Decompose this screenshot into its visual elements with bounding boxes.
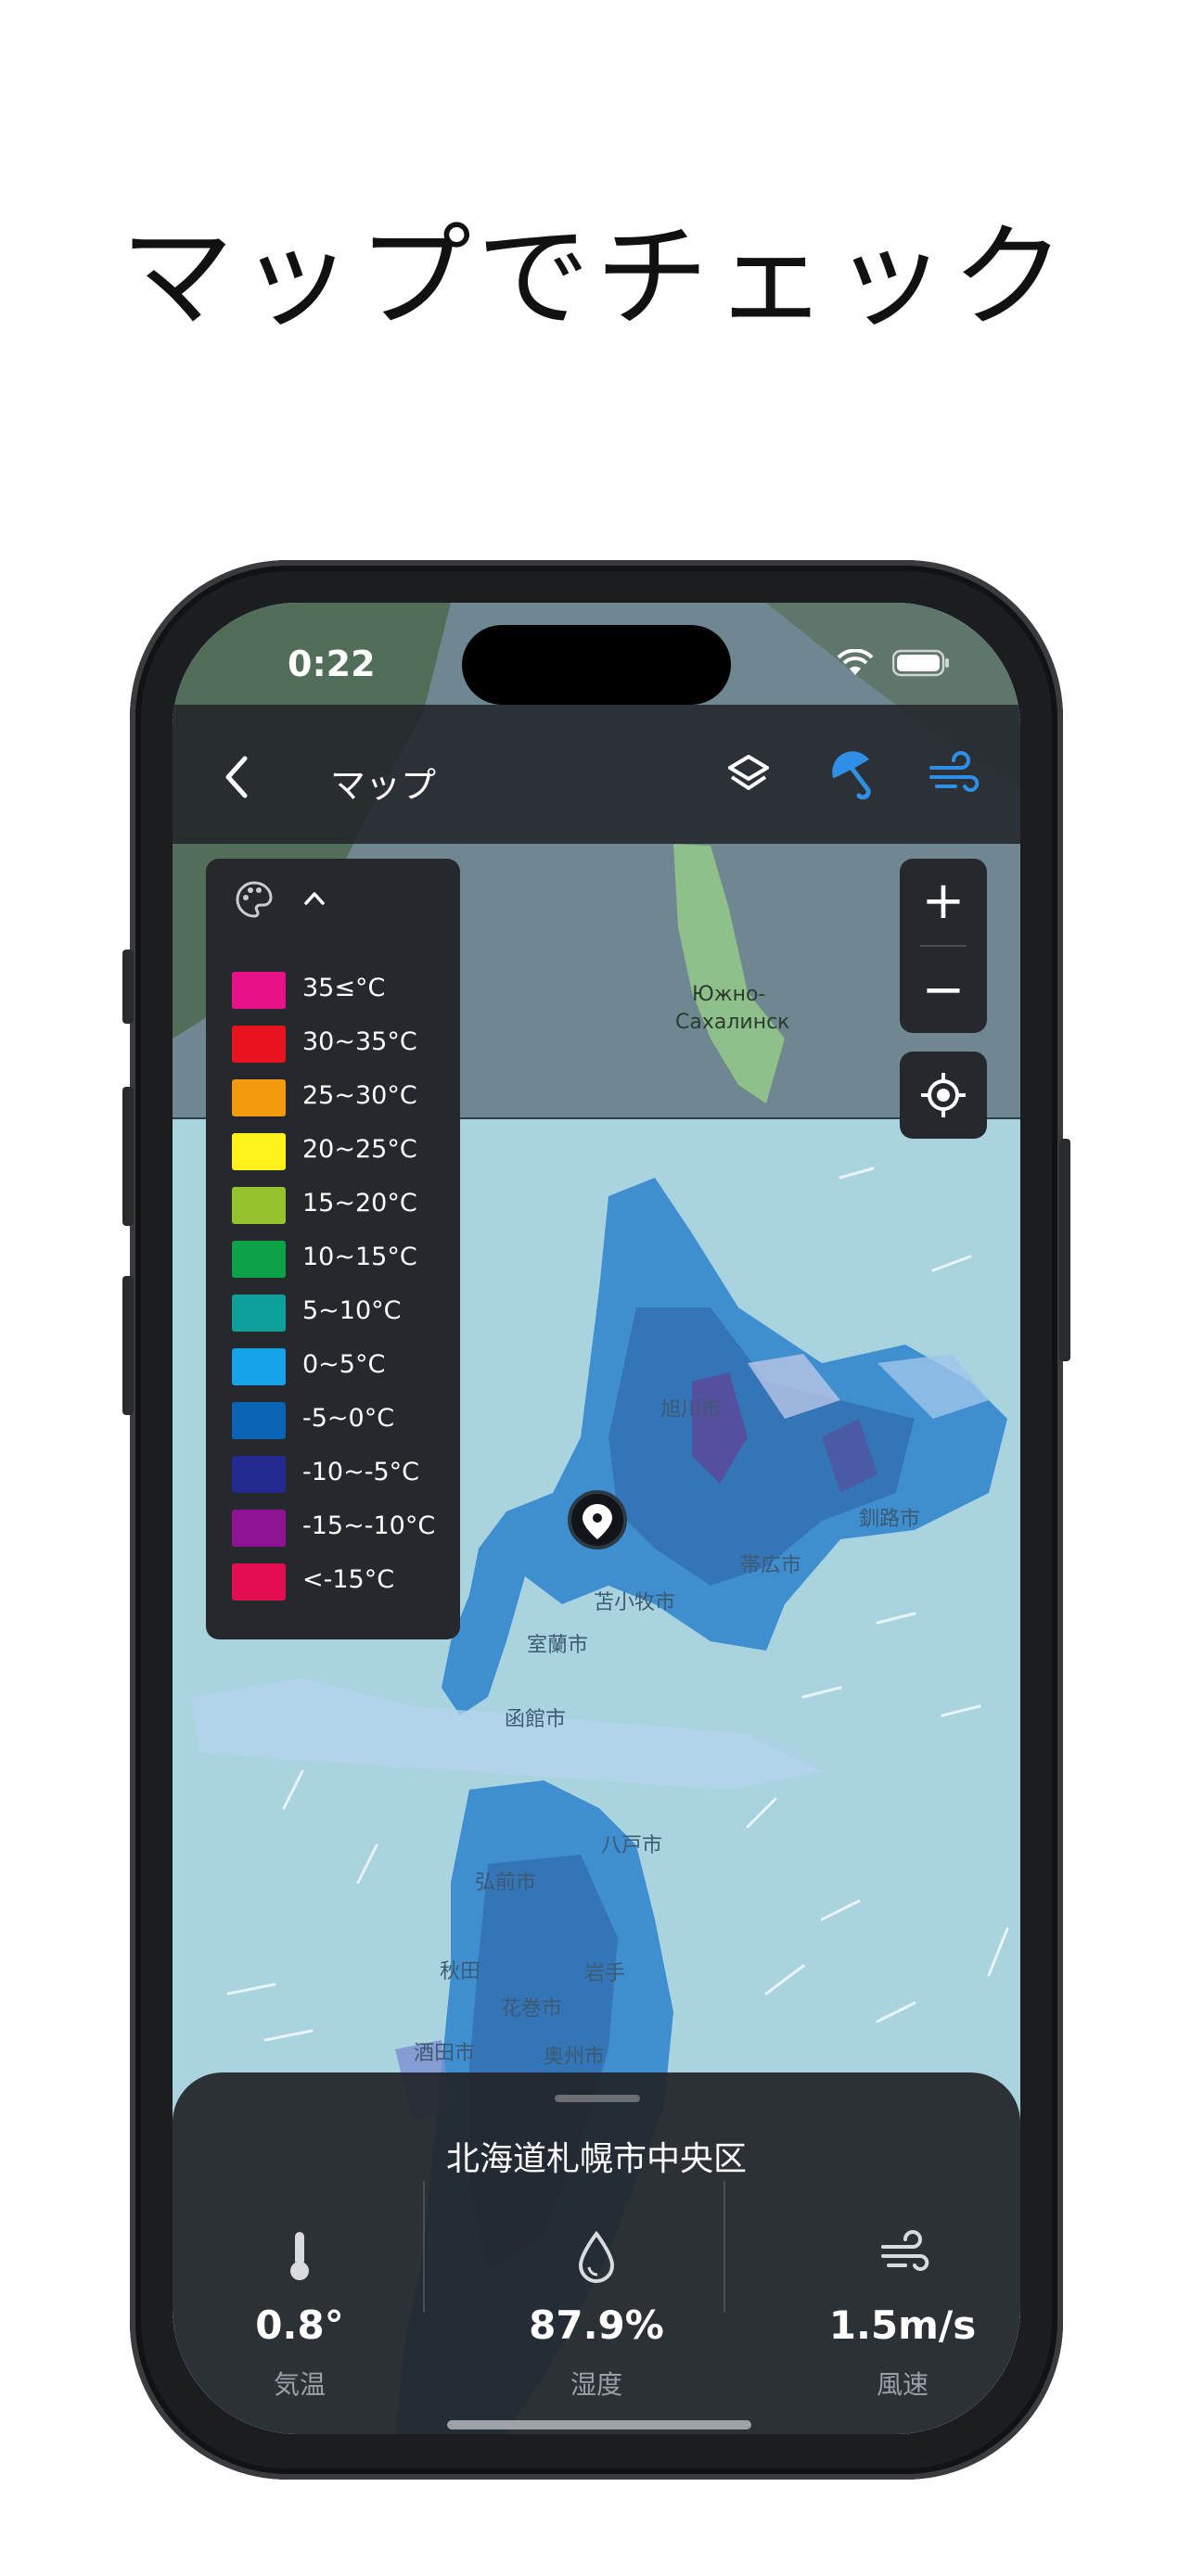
legend-swatch (232, 1348, 286, 1385)
legend-label: -10~-5°C (302, 1458, 419, 1486)
map-label-hanamaki: 花巻市 (501, 1997, 563, 2021)
locate-button[interactable] (900, 1052, 987, 1139)
legend-swatch (232, 1026, 286, 1063)
layers-icon[interactable] (725, 751, 772, 799)
wind-label: 風速 (876, 2369, 928, 2400)
map-label-tomakomai: 苫小牧市 (594, 1591, 676, 1614)
battery-icon (892, 649, 949, 677)
legend-label: 35≤°C (302, 974, 386, 1002)
headline: マップでチェック (121, 211, 1070, 343)
zoom-controls: + − (900, 859, 987, 1033)
weather-bottom-sheet[interactable]: 北海道札幌市中央区 0.8° 気温 87.9% 湿度 1.5m/s 風速 (173, 2072, 1020, 2434)
wind-value: 1.5m/s (828, 2302, 977, 2348)
map-label-iwate: 岩手 (584, 1962, 626, 1985)
nav-title: マップ (330, 765, 437, 806)
map-label-sakhalinsk: Сахалинск (675, 1011, 790, 1034)
legend-swatch (232, 1241, 286, 1278)
map-label-asahikawa: 旭川市 (660, 1398, 723, 1422)
stat-divider (724, 2181, 725, 2313)
zoom-in-button[interactable]: + (900, 859, 987, 944)
humidity-label: 湿度 (570, 2369, 622, 2400)
legend-label: 20~25°C (302, 1135, 417, 1164)
sheet-handle[interactable] (555, 2095, 640, 2102)
legend-label: 10~15°C (302, 1243, 417, 1271)
map-label-hachinohe: 八戸市 (601, 1834, 663, 1857)
legend-swatch (232, 1133, 286, 1170)
legend-label: -5~0°C (302, 1404, 395, 1433)
legend-label: -15~-10°C (302, 1511, 436, 1540)
map-label-muroran: 室蘭市 (527, 1634, 589, 1657)
droplet-icon (578, 2230, 615, 2283)
palette-icon[interactable] (234, 879, 275, 920)
legend-label: 25~30°C (302, 1081, 417, 1110)
temperature-stat: 0.8° 気温 (193, 2228, 406, 2402)
phone-action-button (122, 950, 134, 1024)
app-screen: Южно- Сахалинск 旭川市 釧路市 帯広市 苫小牧市 室蘭市 函館市… (173, 603, 1020, 2434)
map-label-yuzhno: Южно- (692, 983, 766, 1006)
wifi-icon (837, 649, 874, 675)
wind-icon[interactable] (928, 751, 980, 799)
phone-volume-down (122, 1276, 134, 1415)
legend-label: 15~20°C (302, 1189, 417, 1218)
temperature-legend: 35≤°C 30~35°C 25~30°C 20~25°C 15~20°C 10~15°C… (206, 859, 460, 1639)
legend-swatch (232, 1510, 286, 1547)
umbrella-icon[interactable] (827, 749, 879, 801)
map-label-oshu: 奥州市 (544, 2046, 606, 2069)
humidity-stat: 87.9% 湿度 (490, 2228, 703, 2402)
map-label-hirosaki: 弘前市 (475, 1871, 537, 1894)
legend-swatch (232, 972, 286, 1009)
stat-divider (423, 2181, 425, 2313)
legend-swatch (232, 1294, 286, 1332)
map-label-sakata: 酒田市 (414, 2042, 476, 2065)
status-time: 0:22 (288, 644, 376, 684)
temperature-label: 気温 (273, 2369, 326, 2400)
map-label-akita: 秋田 (440, 1960, 481, 1983)
location-name: 北海道札幌市中央区 (445, 2140, 747, 2178)
phone-volume-up (122, 1087, 134, 1226)
nav-bar: マップ (173, 705, 1020, 844)
home-indicator[interactable] (447, 2420, 751, 2429)
legend-swatch (232, 1402, 286, 1439)
wind-speed-icon (881, 2230, 929, 2271)
map-label-kushiro: 釧路市 (859, 1508, 921, 1531)
humidity-value: 87.9% (529, 2302, 664, 2348)
legend-label: 30~35°C (302, 1027, 417, 1056)
legend-label: 0~5°C (302, 1350, 386, 1379)
map-label-obihiro: 帯広市 (740, 1554, 802, 1577)
chevron-up-icon[interactable] (302, 888, 327, 909)
zoom-divider (920, 945, 967, 947)
legend-label: <-15°C (302, 1565, 395, 1594)
zoom-out-button[interactable]: − (900, 948, 987, 1033)
map-label-hakodate: 函館市 (505, 1708, 567, 1731)
legend-label: 5~10°C (302, 1296, 402, 1325)
legend-swatch (232, 1563, 286, 1600)
legend-swatch (232, 1187, 286, 1224)
phone-power-button (1059, 1139, 1070, 1361)
crosshair-icon (921, 1073, 966, 1117)
dynamic-island (462, 625, 731, 705)
wind-stat: 1.5m/s 風速 (796, 2228, 1009, 2402)
back-chevron-icon[interactable] (221, 753, 254, 801)
thermometer-icon (290, 2232, 309, 2280)
legend-swatch (232, 1079, 286, 1116)
legend-swatch (232, 1456, 286, 1493)
temperature-value: 0.8° (255, 2302, 344, 2348)
